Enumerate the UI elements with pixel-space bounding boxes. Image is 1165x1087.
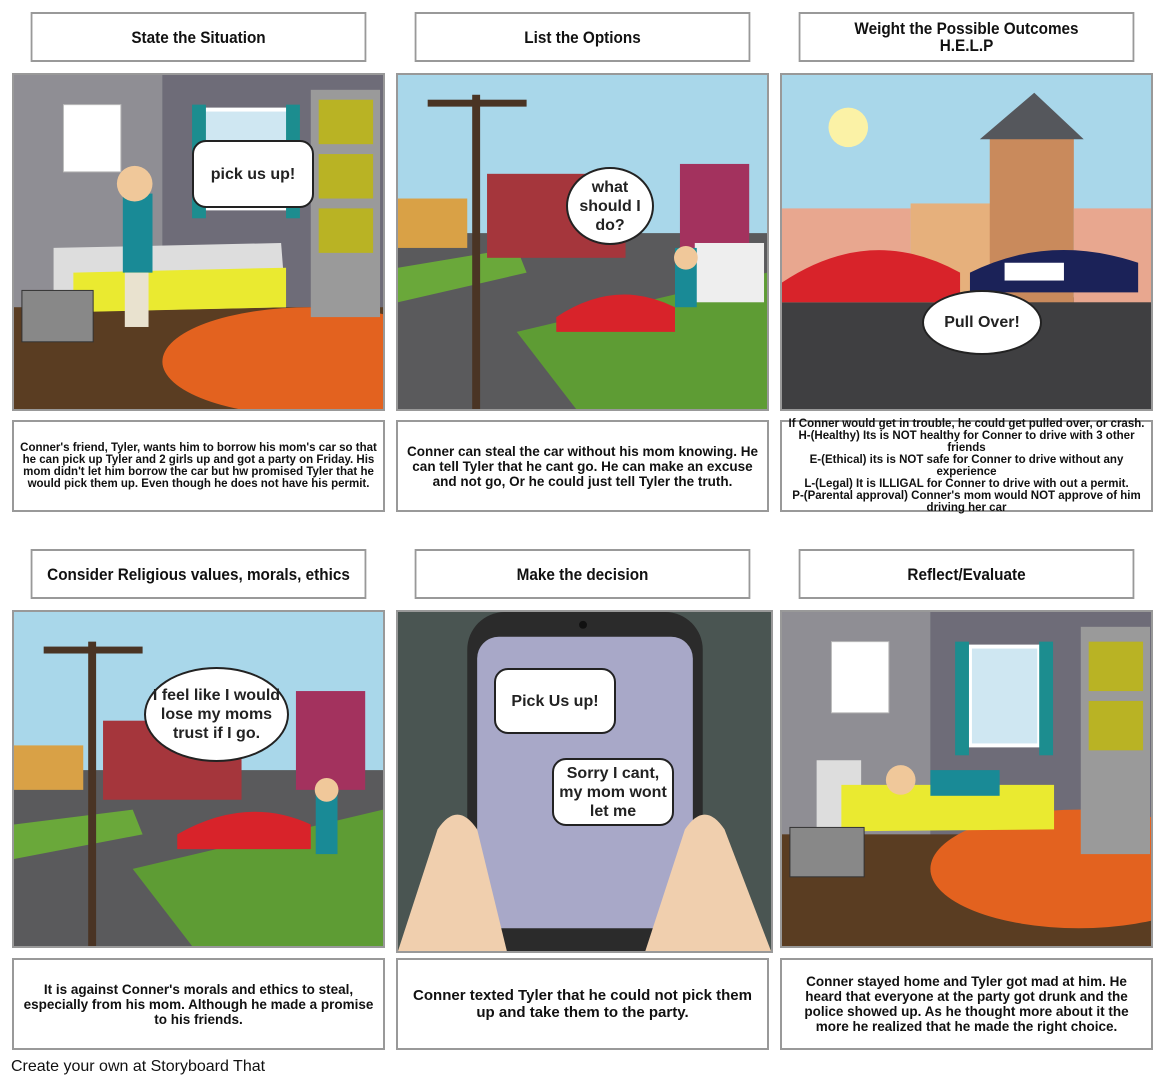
panel-4-description: It is against Conner's morals and ethics… bbox=[12, 958, 385, 1050]
description-text: Conner can steal the car without his mom… bbox=[406, 443, 759, 489]
message-bubble-sent: Sorry I cant, my mom wont let me bbox=[552, 758, 674, 826]
footer-link[interactable]: Create your own at Storyboard That bbox=[11, 1058, 265, 1076]
bubble-text: pick us up! bbox=[210, 165, 296, 183]
panel-3-scene-police: Pull Over! bbox=[780, 73, 1153, 411]
title-text: List the Options bbox=[524, 27, 641, 47]
bubble-text: Pull Over! bbox=[944, 314, 1020, 331]
panel-1-title: State the Situation bbox=[30, 12, 367, 62]
speech-bubble: Pull Over! bbox=[922, 290, 1042, 355]
title-text: Consider Religious values, morals, ethic… bbox=[47, 564, 350, 584]
panel-5-title: Make the decision bbox=[414, 549, 751, 599]
description-text: It is against Conner's morals and ethics… bbox=[23, 981, 374, 1027]
message-bubble-received: Pick Us up! bbox=[494, 668, 616, 734]
title-subtext: H.E.L.P bbox=[939, 36, 994, 55]
panel-4-scene-street: I feel like I would lose my moms trust i… bbox=[12, 610, 385, 948]
title-text: State the Situation bbox=[131, 27, 266, 47]
description-text: If Conner would get in trouble, he could… bbox=[788, 418, 1145, 514]
title-text: Reflect/Evaluate bbox=[907, 564, 1026, 584]
title-text: Make the decision bbox=[516, 564, 649, 584]
panel-2-description: Conner can steal the car without his mom… bbox=[396, 420, 769, 512]
panel-6-scene-bedroom bbox=[780, 610, 1153, 948]
thought-bubble: what should I do? bbox=[566, 167, 654, 245]
description-text: Conner texted Tyler that he could not pi… bbox=[413, 987, 752, 1021]
thought-bubble: I feel like I would lose my moms trust i… bbox=[144, 667, 289, 762]
panel-6-description: Conner stayed home and Tyler got mad at … bbox=[780, 958, 1153, 1050]
speech-bubble: pick us up! bbox=[192, 140, 314, 208]
description-text: Conner's friend, Tyler, wants him to bor… bbox=[20, 442, 377, 490]
panel-1-description: Conner's friend, Tyler, wants him to bor… bbox=[12, 420, 385, 512]
panel-3-title: Weight the Possible Outcomes H.E.L.P bbox=[798, 12, 1135, 62]
panel-6-title: Reflect/Evaluate bbox=[798, 549, 1135, 599]
bubble-text: what should I do? bbox=[579, 178, 641, 234]
description-text: Conner stayed home and Tyler got mad at … bbox=[804, 974, 1129, 1034]
panel-5-description: Conner texted Tyler that he could not pi… bbox=[396, 958, 769, 1050]
title-text: Weight the Possible Outcomes bbox=[854, 19, 1079, 38]
bubble-text: I feel like I would lose my moms trust i… bbox=[152, 687, 281, 742]
bubble-text: Pick Us up! bbox=[511, 692, 599, 710]
panel-4-title: Consider Religious values, morals, ethic… bbox=[30, 549, 367, 599]
panel-2-scene-street: what should I do? bbox=[396, 73, 769, 411]
panel-3-description: If Conner would get in trouble, he could… bbox=[780, 418, 1153, 514]
bubble-text: Sorry I cant, my mom wont let me bbox=[559, 764, 667, 820]
panel-2-title: List the Options bbox=[414, 12, 751, 62]
panel-1-scene-bedroom: pick us up! bbox=[12, 73, 385, 411]
panel-5-scene-phone: Pick Us up! Sorry I cant, my mom wont le… bbox=[396, 610, 773, 953]
